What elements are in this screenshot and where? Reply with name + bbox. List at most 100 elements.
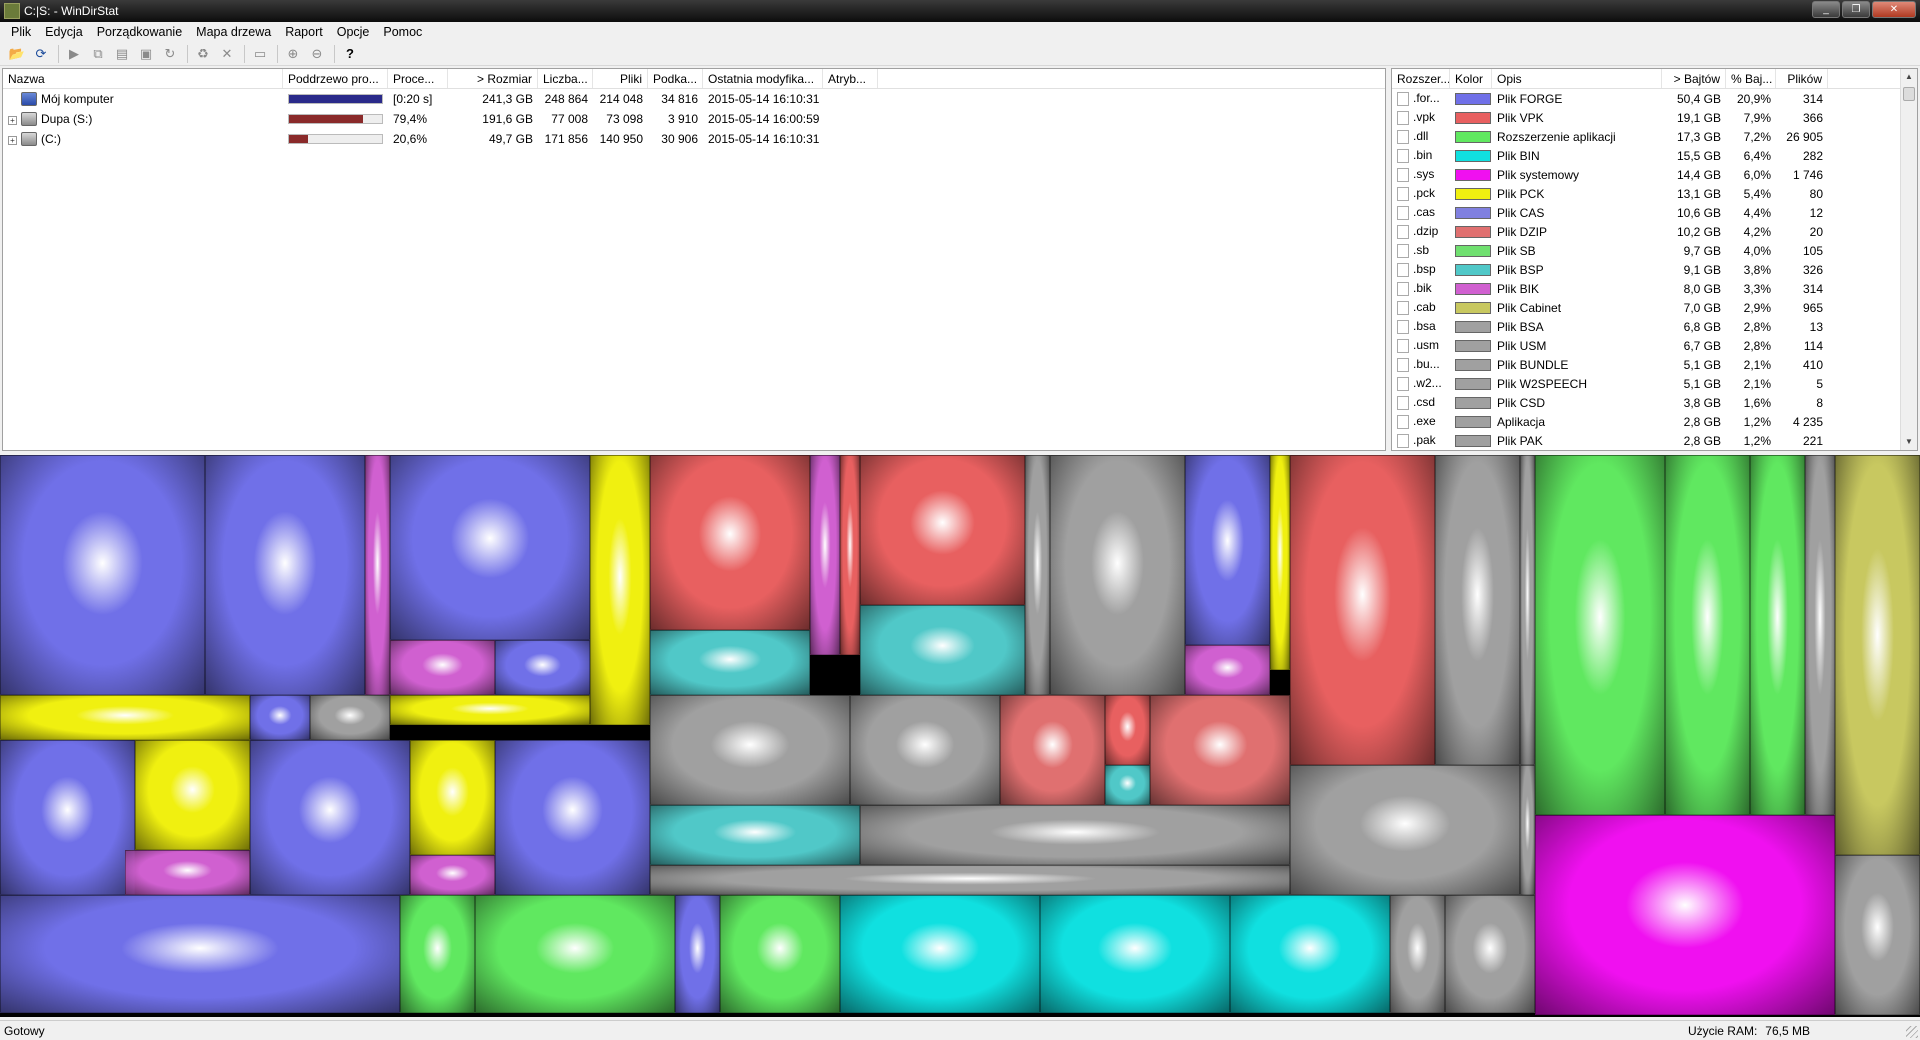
extension-row[interactable]: .csd Plik CSD 3,8 GB 1,6% 8 (1392, 393, 1917, 412)
extension-row[interactable]: .dll Rozszerzenie aplikacji 17,3 GB 7,2% 26 … (1392, 127, 1917, 146)
treemap-tile[interactable] (475, 895, 675, 1013)
treemap-tile[interactable] (1150, 695, 1290, 805)
minimize-button[interactable]: _ (1812, 1, 1840, 18)
treemap-tile[interactable] (310, 695, 390, 740)
treemap-tile[interactable] (1290, 455, 1435, 765)
menu-opcje[interactable]: Opcje (330, 25, 377, 39)
treemap-tile[interactable] (1535, 455, 1665, 815)
play-icon[interactable]: ▶ (63, 44, 85, 64)
treemap-tile[interactable] (1185, 455, 1270, 645)
treemap-tile[interactable] (495, 740, 650, 895)
treemap-tile[interactable] (1185, 645, 1270, 695)
treemap-tile[interactable] (675, 895, 720, 1013)
copy-icon[interactable]: ⧉ (87, 44, 109, 64)
explorer-icon[interactable]: ▣ (135, 44, 157, 64)
treemap-tile[interactable] (650, 805, 860, 865)
col-size[interactable]: > Rozmiar (448, 69, 538, 88)
treemap-tile[interactable] (410, 740, 495, 855)
treemap-tile[interactable] (840, 895, 1040, 1013)
col-modified[interactable]: Ostatnia modyfika... (703, 69, 823, 88)
treemap-tile[interactable] (1520, 765, 1535, 895)
treemap-tile[interactable] (390, 455, 590, 640)
treemap-tile[interactable] (0, 695, 250, 740)
extension-row[interactable]: .exe Aplikacja 2,8 GB 1,2% 4 235 (1392, 412, 1917, 431)
treemap-tile[interactable] (650, 695, 850, 805)
extension-row[interactable]: .bin Plik BIN 15,5 GB 6,4% 282 (1392, 146, 1917, 165)
treemap-tile[interactable] (250, 695, 310, 740)
treemap-tile[interactable] (810, 455, 840, 655)
folder-icon[interactable]: ▭ (249, 44, 271, 64)
scroll-up-icon[interactable]: ▲ (1901, 69, 1917, 85)
tree-row[interactable]: + Dupa (S:) 79,4% 191,6 GB 77 008 73 098 3 910… (3, 109, 1385, 129)
treemap-tile[interactable] (650, 865, 1290, 895)
close-button[interactable]: ✕ (1872, 1, 1916, 18)
col-subtree[interactable]: Poddrzewo pro... (283, 69, 388, 88)
treemap-tile[interactable] (720, 895, 840, 1013)
col-percent[interactable]: Proce... (388, 69, 448, 88)
treemap-tile[interactable] (1025, 455, 1050, 695)
extension-row[interactable]: .bik Plik BIK 8,0 GB 3,3% 314 (1392, 279, 1917, 298)
extension-row[interactable]: .w2... Plik W2SPEECH 5,1 GB 2,1% 5 (1392, 374, 1917, 393)
extension-row[interactable]: .cab Plik Cabinet 7,0 GB 2,9% 965 (1392, 298, 1917, 317)
treemap-tile[interactable] (0, 740, 135, 895)
treemap-tile[interactable] (840, 455, 860, 655)
col-subdirs[interactable]: Podka... (648, 69, 703, 88)
extension-row[interactable]: .bu... Plik BUNDLE 5,1 GB 2,1% 410 (1392, 355, 1917, 374)
treemap-tile[interactable] (850, 695, 1000, 805)
maximize-button[interactable]: ❐ (1842, 1, 1870, 18)
treemap-tile[interactable] (1835, 455, 1920, 855)
tree-row[interactable]: Mój komputer [0:20 s] 241,3 GB 248 864 214 0… (3, 89, 1385, 109)
help-icon[interactable]: ? (339, 44, 361, 64)
delete-icon[interactable]: ✕ (216, 44, 238, 64)
treemap-tile[interactable] (495, 640, 590, 695)
extension-row[interactable]: .pck Plik PCK 13,1 GB 5,4% 80 (1392, 184, 1917, 203)
treemap-tile[interactable] (1270, 455, 1290, 670)
extension-row[interactable]: .for... Plik FORGE 50,4 GB 20,9% 314 (1392, 89, 1917, 108)
zoom-out-icon[interactable]: ⊖ (306, 44, 328, 64)
open-icon[interactable]: 📂 (6, 44, 28, 64)
refresh-icon[interactable]: ⟳ (30, 44, 52, 64)
col-files[interactable]: Pliki (593, 69, 648, 88)
menu-raport[interactable]: Raport (278, 25, 330, 39)
treemap-tile[interactable] (650, 455, 810, 630)
col-extension[interactable]: Rozszer... (1392, 69, 1450, 88)
treemap-tile[interactable] (1000, 695, 1105, 805)
treemap-tile[interactable] (0, 455, 205, 695)
treemap-tile[interactable] (410, 855, 495, 895)
treemap-tile[interactable] (650, 630, 810, 695)
menu-plik[interactable]: Plik (4, 25, 38, 39)
tree-row[interactable]: + (C:) 20,6% 49,7 GB 171 856 140 950 30 906 201… (3, 129, 1385, 149)
extension-row[interactable]: .usm Plik USM 6,7 GB 2,8% 114 (1392, 336, 1917, 355)
col-description[interactable]: Opis (1492, 69, 1662, 88)
treemap-tile[interactable] (1520, 455, 1535, 765)
treemap-tile[interactable] (1750, 455, 1805, 815)
paste-icon[interactable]: ▤ (111, 44, 133, 64)
treemap-tile[interactable] (860, 605, 1025, 695)
col-bytes-percent[interactable]: % Baj... (1726, 69, 1776, 88)
extension-row[interactable]: .vpk Plik VPK 19,1 GB 7,9% 366 (1392, 108, 1917, 127)
menu-mapa-drzewa[interactable]: Mapa drzewa (189, 25, 278, 39)
treemap-tile[interactable] (1665, 455, 1750, 815)
resize-grip[interactable] (1906, 1026, 1918, 1038)
menu-porzadkowanie[interactable]: Porządkowanie (90, 25, 189, 39)
treemap-tile[interactable] (0, 895, 400, 1013)
treemap-tile[interactable] (390, 695, 590, 725)
treemap-tile[interactable] (1535, 815, 1835, 1015)
treemap-tile[interactable] (1835, 855, 1920, 1015)
extension-scrollbar[interactable]: ▲ ▼ (1900, 69, 1917, 450)
treemap-tile[interactable] (860, 455, 1025, 605)
expand-icon[interactable]: + (8, 115, 17, 125)
treemap-tile[interactable] (860, 805, 1290, 865)
treemap-tile[interactable] (390, 640, 495, 695)
treemap-tile[interactable] (400, 895, 475, 1013)
scroll-thumb[interactable] (1903, 87, 1915, 101)
extension-row[interactable]: .bsp Plik BSP 9,1 GB 3,8% 326 (1392, 260, 1917, 279)
treemap-tile[interactable] (365, 455, 390, 695)
treemap-tile[interactable] (1105, 765, 1150, 805)
extension-row[interactable]: .sb Plik SB 9,7 GB 4,0% 105 (1392, 241, 1917, 260)
col-bytes[interactable]: > Bajtów (1662, 69, 1726, 88)
treemap-tile[interactable] (1050, 455, 1185, 695)
treemap-tile[interactable] (1390, 895, 1445, 1013)
expand-icon[interactable]: + (8, 135, 17, 145)
treemap-tile[interactable] (1230, 895, 1390, 1013)
